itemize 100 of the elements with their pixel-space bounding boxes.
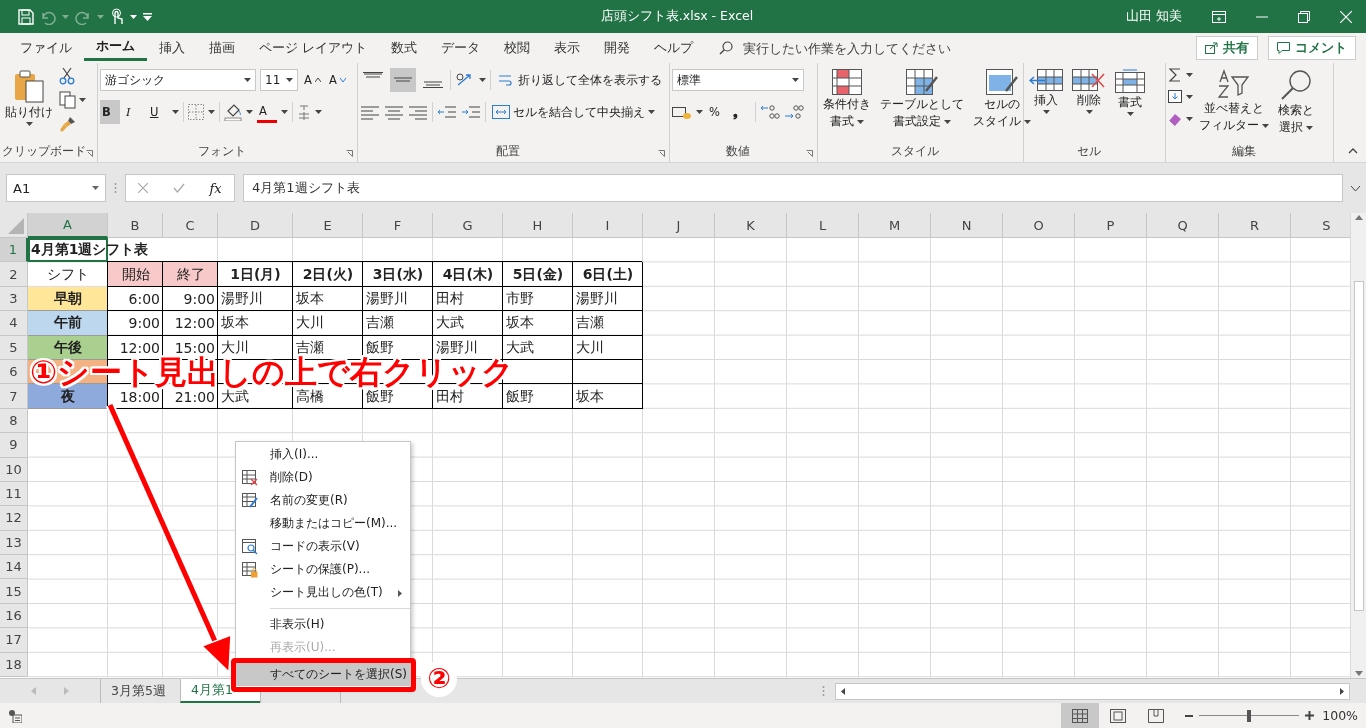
- column-header[interactable]: E: [293, 213, 363, 238]
- dialog-launcher-icon[interactable]: [658, 150, 665, 157]
- menu-item[interactable]: すべてのシートを選択(S): [236, 663, 410, 686]
- caret-icon[interactable]: [696, 110, 703, 114]
- currency-icon[interactable]: [672, 104, 692, 120]
- brush-icon[interactable]: [59, 115, 77, 133]
- italic-button[interactable]: I: [124, 100, 144, 124]
- column-header[interactable]: O: [1003, 213, 1075, 238]
- save-icon[interactable]: [18, 8, 34, 25]
- row-header[interactable]: 13: [0, 530, 28, 556]
- column-header[interactable]: K: [715, 213, 787, 238]
- sort-filter-button[interactable]: 並べ替えと フィルター: [1196, 67, 1272, 144]
- menu-item[interactable]: コードの表示(V): [236, 535, 410, 558]
- page-break-view-icon[interactable]: [1148, 708, 1165, 723]
- caret-icon[interactable]: [1024, 119, 1031, 124]
- wrap-text-button[interactable]: 折り返して全体を表示する: [495, 68, 664, 92]
- caret-icon[interactable]: [25, 122, 33, 126]
- column-header[interactable]: J: [643, 213, 715, 238]
- caret-icon[interactable]: [172, 110, 179, 114]
- caret-icon[interactable]: [208, 110, 215, 114]
- ribbon-tab[interactable]: 数式: [379, 35, 429, 61]
- comma-button[interactable]: ❟: [731, 100, 751, 124]
- caret-icon[interactable]: [857, 119, 864, 124]
- row-header[interactable]: 6: [0, 359, 28, 385]
- grow-font-button[interactable]: A: [302, 68, 323, 92]
- font-size-field[interactable]: 11: [260, 69, 298, 91]
- merge-center-button[interactable]: セルを結合して中央揃え: [490, 100, 657, 124]
- underline-button[interactable]: U: [148, 100, 168, 124]
- column-header[interactable]: P: [1075, 213, 1147, 238]
- menu-item[interactable]: 非表示(H): [236, 613, 410, 636]
- bold-button[interactable]: B: [100, 100, 120, 124]
- dialog-launcher-icon[interactable]: [346, 150, 353, 157]
- column-header[interactable]: H: [503, 213, 573, 238]
- column-header[interactable]: B: [108, 213, 163, 238]
- shrink-font-button[interactable]: A: [326, 68, 348, 92]
- scissors-icon[interactable]: [59, 67, 75, 85]
- scroll-thumb[interactable]: [1353, 280, 1364, 611]
- format-button[interactable]: 書式: [1112, 67, 1148, 144]
- column-header[interactable]: I: [573, 213, 643, 238]
- caret-icon[interactable]: [79, 98, 86, 102]
- row-header[interactable]: 12: [0, 506, 28, 531]
- column-header[interactable]: F: [363, 213, 433, 238]
- menu-item[interactable]: 挿入(I)...: [236, 443, 410, 466]
- caret-icon[interactable]: [1186, 73, 1193, 77]
- caret-icon[interactable]: [1186, 117, 1193, 121]
- fill-down-icon[interactable]: [1168, 89, 1184, 105]
- caret-icon[interactable]: [315, 110, 322, 114]
- collapse-ribbon-icon[interactable]: [1348, 148, 1358, 154]
- caret-icon[interactable]: [1306, 125, 1313, 130]
- row-header[interactable]: 1: [0, 238, 28, 263]
- caret-icon[interactable]: [286, 78, 293, 82]
- touch-icon[interactable]: [110, 7, 124, 26]
- column-header[interactable]: A: [28, 213, 108, 238]
- menu-item[interactable]: 名前の変更(R): [236, 489, 410, 512]
- row-header[interactable]: 14: [0, 555, 28, 580]
- ribbon-tab[interactable]: 校閲: [492, 35, 542, 61]
- column-header[interactable]: S: [1291, 213, 1350, 238]
- font-name-field[interactable]: 游ゴシック: [100, 69, 256, 91]
- font-color-button[interactable]: A: [257, 101, 277, 123]
- column-header[interactable]: R: [1219, 213, 1291, 238]
- restore-icon[interactable]: [1298, 10, 1310, 23]
- scrollbar[interactable]: [835, 682, 1350, 700]
- format-table-button[interactable]: テーブルとして 書式設定: [877, 67, 967, 144]
- row-header[interactable]: 18: [0, 652, 28, 678]
- menu-item[interactable]: 移動またはコピー(M)...: [236, 512, 410, 535]
- column-header[interactable]: N: [931, 213, 1003, 238]
- row-header[interactable]: 4: [0, 311, 28, 336]
- ribbon-display-icon[interactable]: [1212, 10, 1226, 23]
- ribbon-tab[interactable]: ファイル: [8, 35, 84, 61]
- number-format-field[interactable]: 標準: [672, 69, 804, 91]
- paste-button[interactable]: 貼り付け: [2, 67, 56, 144]
- dialog-launcher-icon[interactable]: [86, 150, 93, 157]
- row-header[interactable]: 15: [0, 579, 28, 604]
- ribbon-tab[interactable]: ページ レイアウト: [247, 35, 379, 61]
- ribbon-tab[interactable]: 開発: [592, 35, 642, 61]
- caret-icon[interactable]: [92, 186, 99, 190]
- row-header[interactable]: 17: [0, 628, 28, 653]
- name-box[interactable]: A1: [6, 174, 106, 202]
- caret-icon[interactable]: [792, 78, 799, 82]
- ribbon-tab[interactable]: ヘルプ: [642, 35, 705, 61]
- caret-icon[interactable]: [1262, 123, 1269, 128]
- menu-item[interactable]: シート見出しの色(T): [236, 581, 410, 604]
- caret-icon[interactable]: [944, 119, 951, 124]
- ribbon-tab[interactable]: 描画: [197, 35, 247, 61]
- comment-button[interactable]: コメント: [1268, 36, 1356, 60]
- row-header[interactable]: 10: [0, 457, 28, 482]
- caret-icon[interactable]: [648, 110, 655, 114]
- close-icon[interactable]: [1340, 10, 1352, 23]
- decimal-decrease-icon[interactable]: [784, 104, 804, 120]
- ribbon-tab[interactable]: 表示: [542, 35, 592, 61]
- caret-icon[interactable]: [1085, 110, 1093, 114]
- row-header[interactable]: 11: [0, 481, 28, 507]
- caret-icon[interactable]: [281, 110, 288, 114]
- caret-icon[interactable]: [1186, 95, 1193, 99]
- row-header[interactable]: 16: [0, 603, 28, 629]
- menu-item[interactable]: 削除(D): [236, 466, 410, 489]
- column-header[interactable]: D: [218, 213, 293, 238]
- scrollbar[interactable]: [1350, 213, 1366, 678]
- copy-icon[interactable]: [59, 91, 77, 109]
- caret-icon[interactable]: [479, 78, 486, 82]
